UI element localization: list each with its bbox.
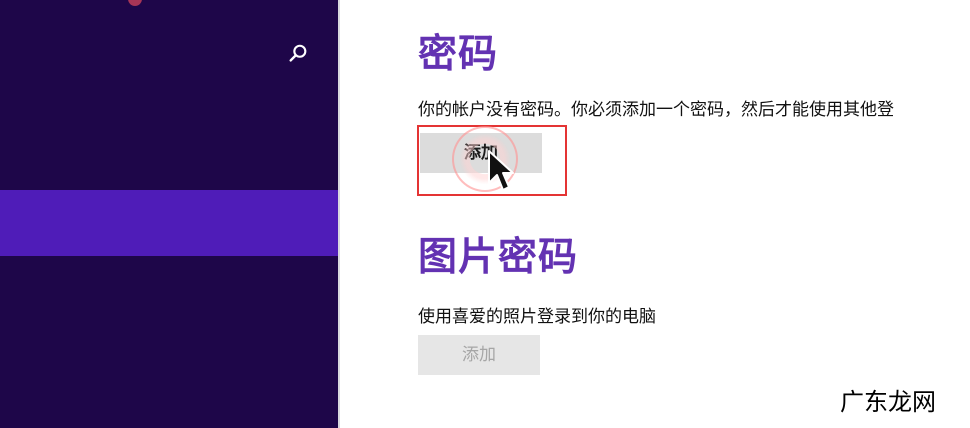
password-description: 你的帐户没有密码。你必须添加一个密码，然后才能使用其他登 xyxy=(418,100,894,120)
settings-screen: 密码 你的帐户没有密码。你必须添加一个密码，然后才能使用其他登 添加 图片密码 … xyxy=(0,0,970,428)
watermark: 广东龙网 xyxy=(840,388,936,416)
search-icon[interactable] xyxy=(287,43,309,65)
mouse-pointer-icon xyxy=(486,149,514,193)
settings-sidebar xyxy=(0,0,338,428)
password-section-title: 密码 xyxy=(418,32,499,77)
selected-sidebar-item[interactable] xyxy=(0,190,338,256)
add-picture-password-button[interactable]: 添加 xyxy=(418,335,540,375)
sidebar-divider xyxy=(338,0,340,428)
picture-password-section-title: 图片密码 xyxy=(418,235,579,280)
picture-password-description: 使用喜爱的照片登录到你的电脑 xyxy=(418,307,656,327)
top-edge-graphic xyxy=(128,0,142,6)
